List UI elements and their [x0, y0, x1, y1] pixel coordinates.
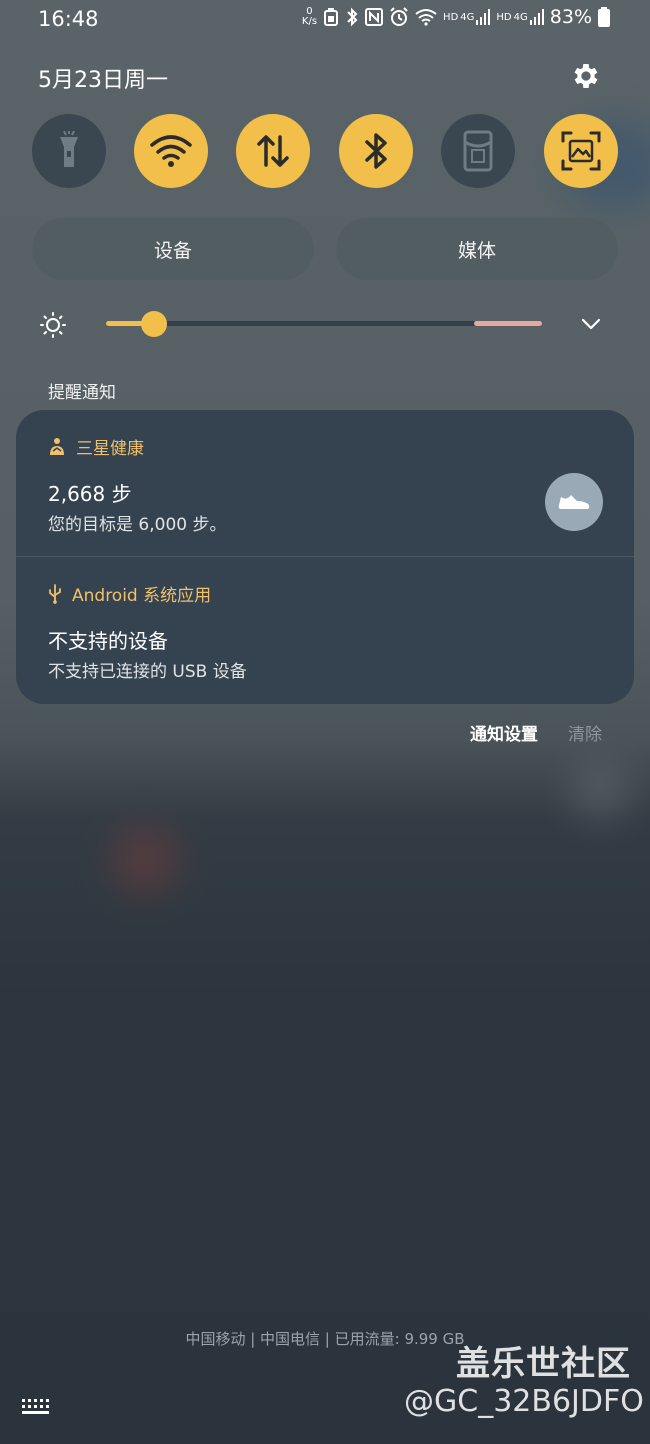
- steps-action-button[interactable]: [545, 473, 603, 531]
- battery-icon: [598, 7, 610, 27]
- battery-saver-icon: [323, 8, 339, 26]
- brightness-slider-thumb[interactable]: [140, 311, 167, 337]
- bluetooth-status-icon: [345, 7, 359, 27]
- notification-app-header: Android 系统应用: [48, 581, 211, 606]
- shoe-icon: [558, 495, 590, 509]
- keyboard-icon[interactable]: [20, 1396, 54, 1418]
- status-time: 16:48: [38, 7, 99, 31]
- wifi-tile[interactable]: [134, 114, 208, 188]
- signal-icon: [529, 9, 544, 25]
- bluetooth-icon: [365, 133, 387, 169]
- notification-app-header: 三星健康: [48, 434, 144, 459]
- sim2-signal: HD 4G: [496, 9, 544, 25]
- screenshot-tile[interactable]: [544, 114, 618, 188]
- notification-android-system[interactable]: Android 系统应用 不支持的设备 不支持已连接的 USB 设备: [16, 557, 634, 704]
- notification-title: 2,668 步: [48, 482, 132, 506]
- brightness-slider-track[interactable]: [106, 321, 542, 326]
- notification-body: 您的目标是 6,000 步。: [48, 515, 227, 535]
- mobile-data-icon: [257, 135, 289, 167]
- media-button[interactable]: 媒体: [336, 218, 618, 280]
- status-icons: 0 K/s HD 4G HD 4G 83%: [302, 6, 610, 28]
- flashlight-tile[interactable]: [32, 114, 106, 188]
- bluetooth-tile[interactable]: [339, 114, 413, 188]
- panel-date: 5月23日周一: [38, 68, 168, 93]
- mobile-data-tile[interactable]: [236, 114, 310, 188]
- sim1-signal: HD 4G: [443, 9, 491, 25]
- notification-samsung-health[interactable]: 三星健康 2,668 步 您的目标是 6,000 步。: [16, 410, 634, 556]
- background-blur: [570, 760, 630, 820]
- samsung-health-icon: [50, 437, 64, 455]
- notification-body: 不支持已连接的 USB 设备: [48, 662, 247, 682]
- brightness-high-zone: [474, 321, 542, 326]
- status-bar: 16:48 0 K/s HD 4G HD 4G 83%: [0, 0, 650, 40]
- watermark-title: 盖乐世社区: [456, 1344, 631, 1384]
- settings-gear-icon[interactable]: [570, 60, 602, 92]
- notification-card: 三星健康 2,668 步 您的目标是 6,000 步。 Android 系统应用…: [16, 410, 634, 704]
- nfc-icon: [365, 8, 384, 26]
- notifications-section-title: 提醒通知: [48, 383, 116, 403]
- background-blur: [110, 825, 180, 895]
- notification-actions: 通知设置 清除: [470, 720, 602, 745]
- wifi-status-icon: [415, 8, 437, 26]
- watermark-handle: @GC_32B6JDFO: [404, 1384, 644, 1419]
- chevron-down-icon[interactable]: [578, 314, 604, 334]
- notification-settings-button[interactable]: 通知设置: [470, 720, 538, 745]
- red-envelope-tile[interactable]: [441, 114, 515, 188]
- notification-title: 不支持的设备: [48, 629, 168, 653]
- alarm-icon: [389, 7, 409, 27]
- usb-icon: [49, 583, 61, 604]
- network-speed: 0 K/s: [301, 6, 318, 27]
- clear-notifications-button[interactable]: 清除: [568, 720, 602, 745]
- screenshot-icon: [561, 131, 601, 171]
- brightness-control: [0, 304, 650, 344]
- flashlight-icon: [60, 131, 78, 167]
- red-envelope-icon: [463, 130, 493, 172]
- battery-percent: 83%: [549, 6, 592, 28]
- signal-icon: [476, 9, 491, 25]
- devices-button[interactable]: 设备: [32, 218, 314, 280]
- quick-settings-tiles: [32, 114, 618, 188]
- brightness-sun-icon: [40, 312, 66, 338]
- wifi-icon: [150, 135, 192, 167]
